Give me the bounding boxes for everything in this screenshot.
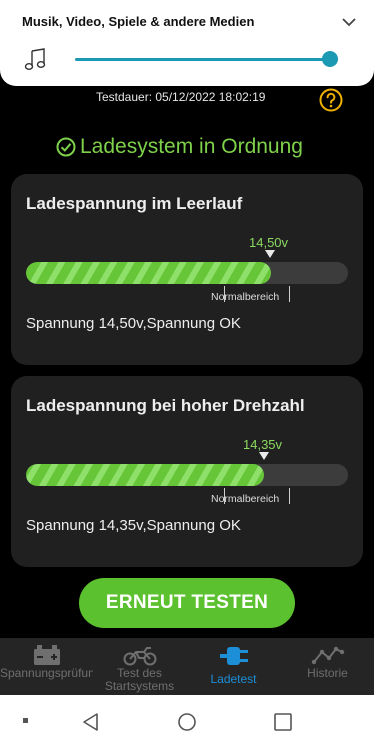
menu-dot-icon[interactable] [22,717,30,725]
value-marker-icon [265,250,275,258]
chevron-down-icon[interactable] [340,14,358,30]
media-volume-panel: Musik, Video, Spiele & andere Medien [0,0,374,86]
voltage-result-text: Spannung 14,50v,Spannung OK [26,315,241,332]
normal-range-end-tick [289,286,290,302]
charging-status: Ladesystem in Ordnung [56,133,303,161]
back-icon[interactable] [81,712,101,732]
voltage-progress-fill [26,464,265,486]
home-icon[interactable] [177,712,197,732]
nav-label: Spannungsprüfung [0,666,93,680]
tab-charging-test[interactable]: Ladetest [187,638,280,695]
tab-starter-test[interactable]: Test des Startsystems [93,638,186,695]
media-panel-title: Musik, Video, Spiele & andere Medien [22,14,255,29]
card-title: Ladespannung im Leerlauf [26,194,243,213]
bottom-navigation: Spannungsprüfung Test des Startsystems L… [0,638,374,695]
recents-icon[interactable] [273,712,293,732]
voltage-result-text: Spannung 14,35v,Spannung OK [26,517,241,534]
tab-voltage-test[interactable]: Spannungsprüfung [0,638,93,695]
tab-history[interactable]: Historie [281,638,374,695]
help-circle-icon[interactable] [319,88,343,112]
music-note-icon [24,48,46,71]
line-chart-icon [311,646,344,665]
motorcycle-icon [123,647,156,666]
retest-button[interactable]: ERNEUT TESTEN [79,578,295,628]
system-navigation-bar [0,695,374,749]
voltage-value-label: 14,50v [249,235,289,250]
charging-plug-icon [219,647,248,665]
high-rpm-voltage-card: Ladespannung bei hoher Drehzahl 14,35v N… [11,376,363,567]
voltage-value-label: 14,35v [243,437,283,452]
status-text: Ladesystem in Ordnung [80,135,303,158]
check-circle-icon [56,137,76,157]
volume-slider-thumb[interactable] [322,51,339,67]
voltage-progress-bar [26,262,348,284]
nav-label: Test des Startsystems [104,666,175,693]
volume-slider-track[interactable] [75,58,338,61]
nav-label: Ladetest [210,672,257,686]
value-marker-icon [259,452,269,460]
test-duration-text: Testdauer: 05/12/2022 18:02:19 [96,90,266,104]
card-title: Ladespannung bei hoher Drehzahl [26,396,305,415]
nav-label: Historie [307,666,348,680]
voltage-progress-fill [26,262,271,284]
normal-range-label: Normalbereich [211,291,280,303]
normal-range-end-tick [289,488,290,504]
idle-voltage-card: Ladespannung im Leerlauf 14,50v Normalbe… [11,174,363,365]
normal-range-label: Normalbereich [211,493,280,505]
voltage-progress-bar [26,464,348,486]
battery-icon [33,645,60,665]
